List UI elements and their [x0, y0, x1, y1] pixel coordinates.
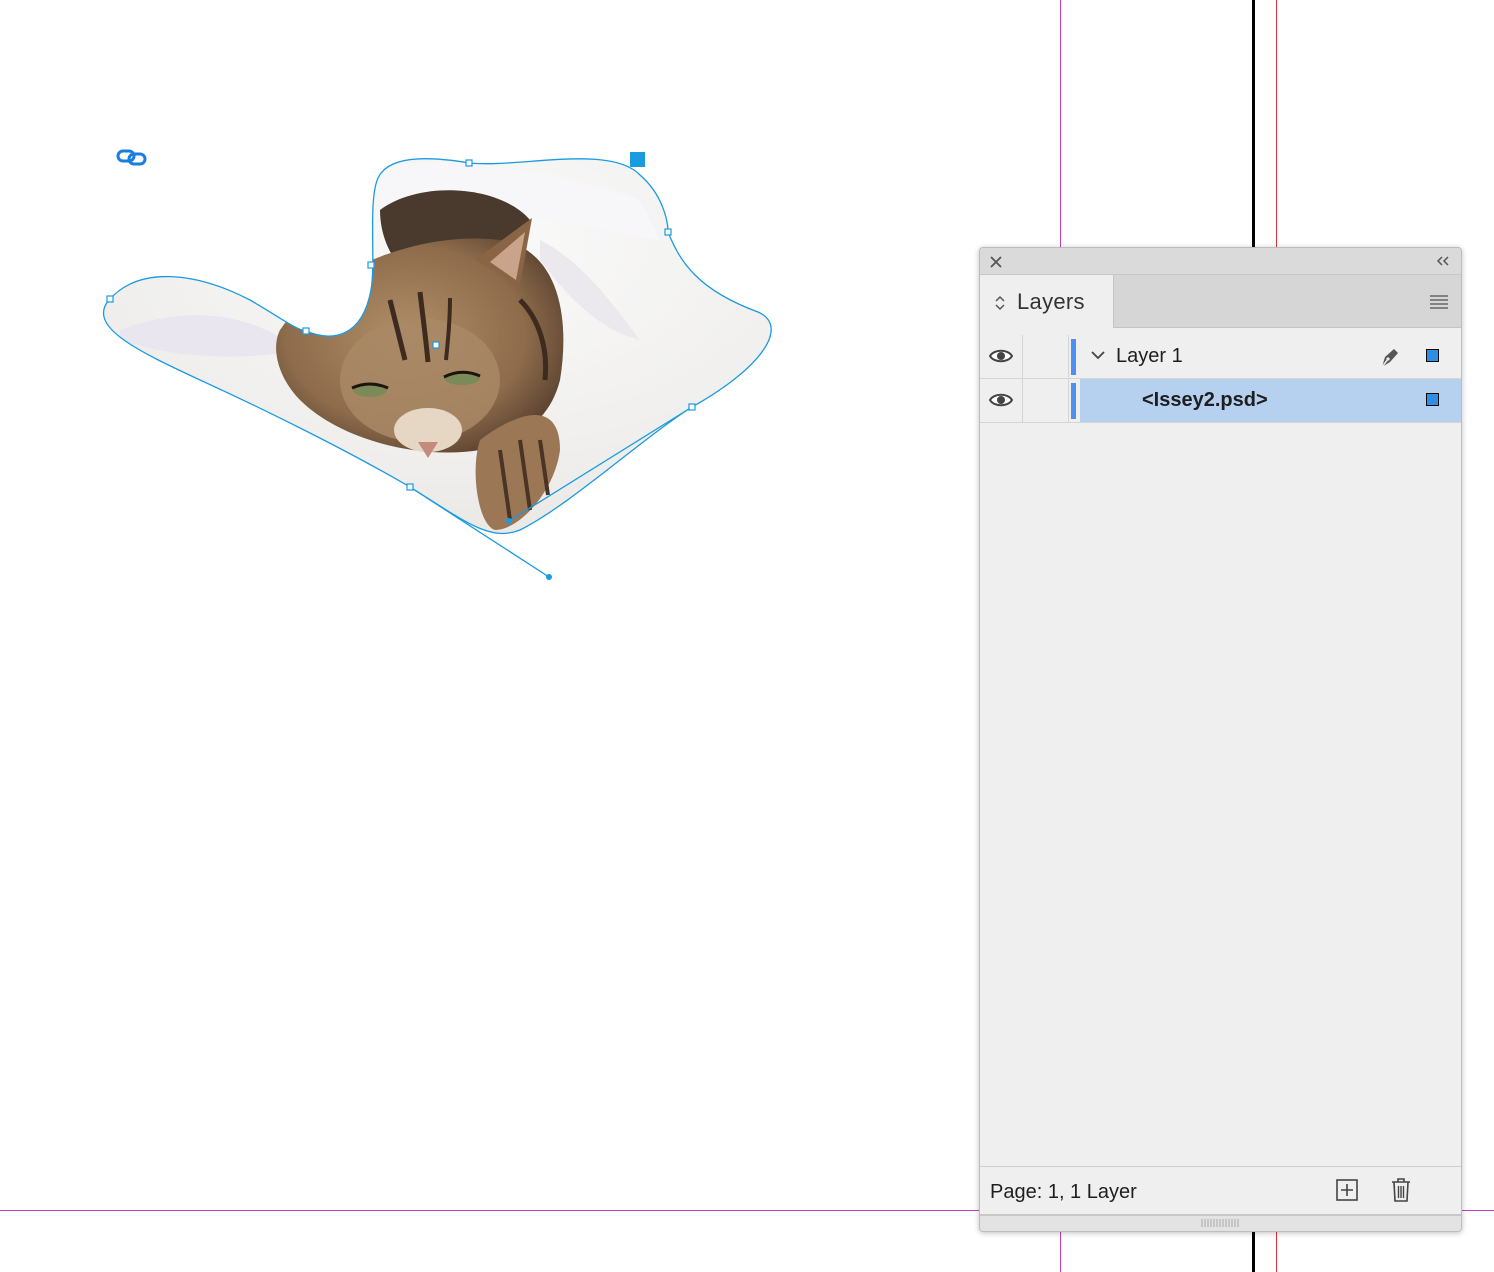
grip-icon[interactable]	[1200, 1219, 1240, 1227]
layer-row-issey2[interactable]: <Issey2.psd>	[980, 379, 1461, 423]
anchor-point[interactable]	[465, 159, 473, 167]
layer-row-main[interactable]: Layer 1	[1080, 335, 1461, 378]
canvas-artwork[interactable]	[0, 0, 1000, 620]
visibility-toggle[interactable]	[980, 335, 1023, 378]
layer-row-layer-1[interactable]: Layer 1	[980, 335, 1461, 379]
eye-icon[interactable]	[989, 391, 1013, 409]
panel-menu-icon[interactable]	[1429, 295, 1449, 309]
chevron-down-icon[interactable]	[1090, 349, 1106, 361]
tab-arrows-icon	[995, 295, 1005, 311]
lock-toggle[interactable]	[1023, 335, 1069, 378]
layer-selection-square[interactable]	[1426, 349, 1439, 362]
layer-status-text: Page: 1, 1 Layer	[990, 1181, 1137, 1203]
anchor-point[interactable]	[302, 327, 310, 335]
eye-icon[interactable]	[989, 347, 1013, 365]
panel-titlebar[interactable]	[980, 248, 1461, 275]
layer-color-bar	[1071, 383, 1076, 419]
visibility-toggle[interactable]	[980, 379, 1023, 422]
layer-row-main[interactable]: <Issey2.psd>	[1080, 379, 1461, 422]
placed-image-cat[interactable]	[80, 140, 800, 560]
content-grabber[interactable]	[432, 341, 440, 349]
pen-icon	[1381, 349, 1398, 368]
tab-layers[interactable]: Layers	[980, 275, 1114, 328]
collapse-icon[interactable]	[1435, 254, 1451, 268]
anchor-point[interactable]	[664, 228, 672, 236]
anchor-point[interactable]	[367, 261, 375, 269]
anchor-point[interactable]	[406, 483, 414, 491]
object-name: <Issey2.psd>	[1142, 389, 1268, 411]
layers-panel: Layers Layer 1 <Issey2.psd> Page: 1, 1 L…	[979, 247, 1462, 1232]
link-icon[interactable]	[116, 149, 147, 166]
bezier-handle-point[interactable]	[506, 518, 512, 524]
layer-color-bar	[1071, 339, 1076, 375]
object-selection-square[interactable]	[1426, 393, 1439, 406]
anchor-point[interactable]	[688, 403, 696, 411]
new-layer-icon[interactable]	[1336, 1179, 1358, 1201]
panel-resize-handle[interactable]	[980, 1214, 1461, 1231]
bezier-handle-point[interactable]	[546, 574, 552, 580]
trash-icon[interactable]	[1390, 1177, 1412, 1203]
lock-toggle[interactable]	[1023, 379, 1069, 422]
close-icon[interactable]	[988, 254, 1004, 270]
tab-label: Layers	[1017, 289, 1085, 314]
panel-footer: Page: 1, 1 Layer	[980, 1166, 1461, 1215]
layer-name: Layer 1	[1116, 345, 1183, 367]
frame-handle[interactable]	[630, 152, 645, 167]
anchor-point[interactable]	[106, 295, 114, 303]
panel-tab-row: Layers	[980, 275, 1461, 328]
